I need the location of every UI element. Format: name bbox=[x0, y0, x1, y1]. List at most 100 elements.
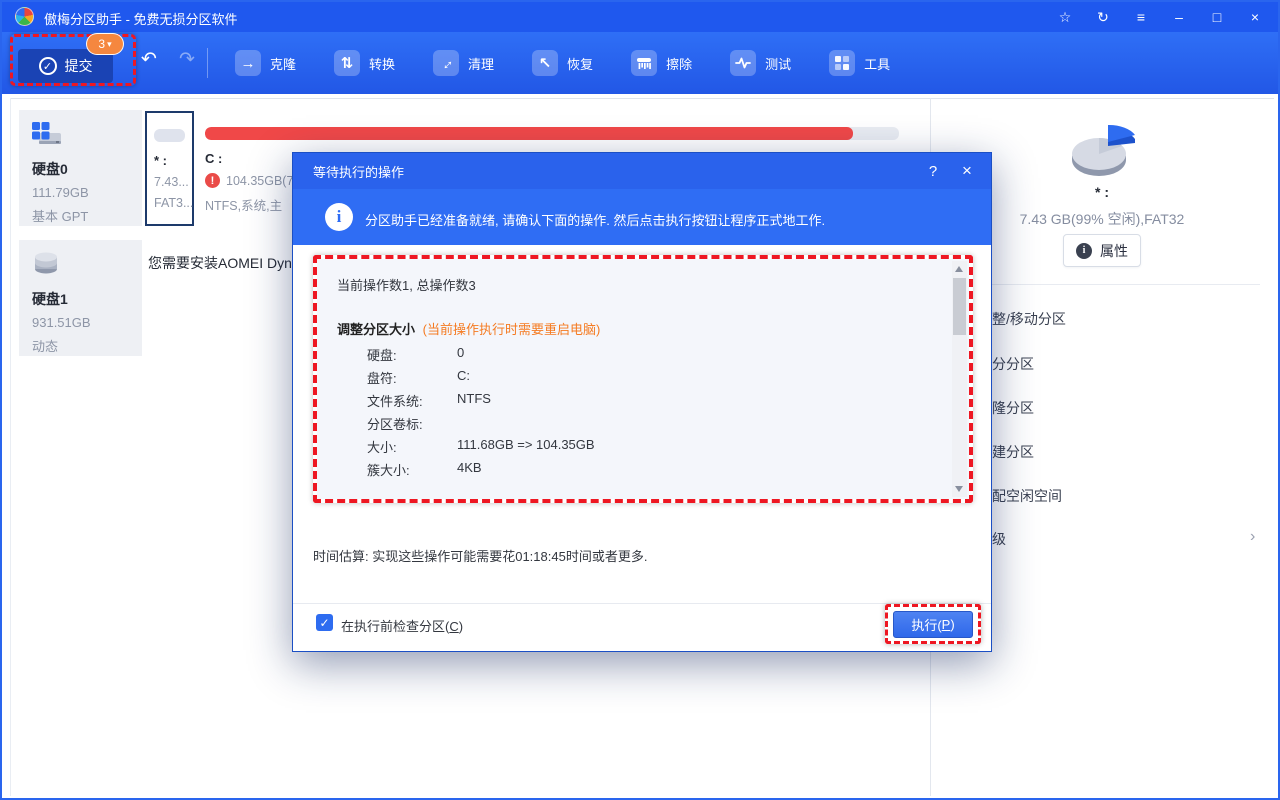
operations-list[interactable]: 当前操作数1, 总操作数3 调整分区大小 (当前操作执行时需要重启电脑) 硬盘:… bbox=[317, 259, 969, 499]
dialog-close-button[interactable]: × bbox=[949, 153, 985, 189]
dialog-footer-divider bbox=[293, 603, 991, 604]
right-panel-section-divider bbox=[948, 284, 1260, 285]
operation-heading: 调整分区大小 (当前操作执行时需要重启电脑) bbox=[337, 319, 600, 338]
scroll-up-icon[interactable] bbox=[955, 266, 963, 272]
toolbar-item-label: 恢复 bbox=[567, 54, 593, 73]
partition-fs: FAT3... bbox=[154, 196, 192, 210]
maximize-button[interactable]: □ bbox=[1198, 2, 1236, 32]
menu-item-create-partition[interactable]: 建分区 bbox=[948, 438, 1260, 464]
menu-item-label: 隆分区 bbox=[992, 398, 1034, 418]
operation-field-filesystem: 文件系统:NTFS bbox=[367, 391, 927, 410]
partition-usage-bar bbox=[154, 129, 185, 142]
partition-usage-bar bbox=[205, 127, 899, 140]
toolbar-item-tools[interactable]: 工具 bbox=[823, 43, 896, 83]
properties-button[interactable]: i 属性 bbox=[1063, 234, 1141, 267]
disk0-type: 基本 GPT bbox=[32, 206, 142, 225]
operation-field-drive-letter: 盘符:C: bbox=[367, 368, 927, 387]
partition-size: 7.43... bbox=[154, 175, 192, 189]
undo-redo-group: ↶ ↷ bbox=[136, 46, 200, 72]
dialog-message: 分区助手已经准备就绪, 请确认下面的操作. 然后点击执行按钮让程序正式地工作. bbox=[365, 210, 825, 229]
check-circle-icon: ✓ bbox=[39, 57, 57, 75]
disk1-type: 动态 bbox=[32, 336, 142, 355]
disk-dynamic-icon bbox=[32, 252, 60, 278]
disk-basic-icon bbox=[32, 122, 62, 148]
app-window: 傲梅分区助手 - 免费无损分区软件 ☆ ↻ ≡ – □ × ✓ 提交 3 ▾ ↶… bbox=[0, 0, 1280, 800]
minimize-button[interactable]: – bbox=[1160, 2, 1198, 32]
shredder-icon bbox=[631, 50, 657, 76]
operation-field-size: 大小:111.68GB => 104.35GB bbox=[367, 437, 927, 456]
toolbar-item-label: 擦除 bbox=[666, 54, 692, 73]
toolbar-item-label: 转换 bbox=[369, 54, 395, 73]
toolbar-item-clone[interactable]: → 克隆 bbox=[229, 43, 302, 83]
menu-item-label: 分分区 bbox=[992, 354, 1034, 374]
dialog-header[interactable]: 等待执行的操作 ? × bbox=[293, 153, 991, 189]
disk0-name: 硬盘0 bbox=[32, 159, 142, 179]
menu-item-split-partition[interactable]: 分分区 bbox=[948, 350, 1260, 376]
menu-item-advanced[interactable]: 级 › bbox=[948, 525, 1260, 551]
operation-restart-note: (当前操作执行时需要重启电脑) bbox=[423, 322, 601, 337]
properties-label: 属性 bbox=[1100, 241, 1128, 261]
disk0-info[interactable]: 硬盘0 111.79GB 基本 GPT bbox=[19, 110, 142, 226]
redo-icon[interactable]: ↷ bbox=[174, 46, 200, 72]
menu-item-allocate-free-space[interactable]: 配空闲空间 bbox=[948, 482, 1260, 508]
operation-field-cluster-size: 簇大小:4KB bbox=[367, 460, 927, 479]
refresh-icon[interactable]: ↻ bbox=[1084, 2, 1122, 32]
toolbar-item-test[interactable]: 测试 bbox=[724, 43, 797, 83]
toolbar-item-label: 工具 bbox=[864, 54, 890, 73]
app-title: 傲梅分区助手 - 免费无损分区软件 bbox=[44, 9, 238, 28]
dialog-help-button[interactable]: ? bbox=[915, 153, 951, 189]
toolbar-items: → 克隆 ⇅ 转换 ↔ 清理 ↖ 恢复 擦除 bbox=[229, 43, 922, 83]
toolbar-separator bbox=[207, 48, 208, 78]
content-divider bbox=[10, 98, 1274, 99]
badge-count: 3 bbox=[98, 37, 105, 51]
operation-field-volume-label: 分区卷标: bbox=[367, 414, 927, 433]
operation-field-disk: 硬盘:0 bbox=[367, 345, 927, 364]
dialog-info-strip: i 分区助手已经准备就绪, 请确认下面的操作. 然后点击执行按钮让程序正式地工作… bbox=[293, 189, 991, 245]
check-partition-checkbox[interactable]: ✓ bbox=[316, 614, 333, 631]
disk1-name: 硬盘1 bbox=[32, 289, 142, 309]
toolbar-item-recover[interactable]: ↖ 恢复 bbox=[526, 43, 599, 83]
operation-name: 调整分区大小 bbox=[337, 322, 415, 337]
time-estimate: 时间估算: 实现这些操作可能需要花01:18:45时间或者更多. bbox=[313, 546, 647, 565]
disk1-info[interactable]: 硬盘1 931.51GB 动态 bbox=[19, 240, 142, 356]
content-left-border bbox=[10, 98, 11, 796]
clone-icon: → bbox=[235, 50, 261, 76]
alert-icon: ! bbox=[205, 173, 220, 188]
info-icon: i bbox=[1076, 243, 1092, 259]
waveform-icon bbox=[730, 50, 756, 76]
pending-operations-dialog: 等待执行的操作 ? × i 分区助手已经准备就绪, 请确认下面的操作. 然后点击… bbox=[292, 152, 992, 652]
close-button[interactable]: × bbox=[1236, 2, 1274, 32]
scrollbar-thumb[interactable] bbox=[953, 278, 966, 335]
scroll-down-icon[interactable] bbox=[955, 486, 963, 492]
undo-icon[interactable]: ↶ bbox=[136, 46, 162, 72]
toolbar: ✓ 提交 3 ▾ ↶ ↷ → 克隆 ⇅ 转换 ↔ 清理 ↖ bbox=[2, 32, 1278, 94]
partition-pie-chart bbox=[1064, 118, 1142, 184]
disk1-size: 931.51GB bbox=[32, 315, 142, 330]
app-logo-icon bbox=[15, 7, 34, 26]
partition-size: 104.35GB(7 bbox=[226, 174, 293, 188]
partition-star[interactable]: * : 7.43... FAT3... bbox=[145, 111, 194, 226]
menu-item-resize-move-partition[interactable]: 整/移动分区 bbox=[948, 305, 1260, 331]
disk0-size: 111.79GB bbox=[32, 185, 142, 200]
toolbar-item-convert[interactable]: ⇅ 转换 bbox=[328, 43, 401, 83]
check-partition-label[interactable]: 在执行前检查分区(C) bbox=[341, 616, 463, 635]
menu-item-clone-partition[interactable]: 隆分区 bbox=[948, 394, 1260, 420]
dialog-title: 等待执行的操作 bbox=[313, 162, 404, 181]
pending-count-badge[interactable]: 3 ▾ bbox=[86, 33, 124, 55]
menu-item-label: 建分区 bbox=[992, 442, 1034, 462]
toolbar-item-clean[interactable]: ↔ 清理 bbox=[427, 43, 500, 83]
operations-scrollbar[interactable] bbox=[952, 261, 967, 497]
submit-label: 提交 bbox=[65, 56, 93, 76]
execute-button[interactable]: 执行(P) bbox=[893, 611, 973, 638]
favorite-icon[interactable]: ☆ bbox=[1046, 2, 1084, 32]
caret-down-icon: ▾ bbox=[107, 39, 112, 50]
window-controls: ☆ ↻ ≡ – □ × bbox=[1046, 2, 1274, 32]
menu-icon[interactable]: ≡ bbox=[1122, 2, 1160, 32]
title-bar: 傲梅分区助手 - 免费无损分区软件 ☆ ↻ ≡ – □ × bbox=[2, 2, 1278, 32]
operations-summary: 当前操作数1, 总操作数3 bbox=[337, 275, 476, 294]
chevron-right-icon: › bbox=[1250, 528, 1255, 546]
toolbar-item-wipe[interactable]: 擦除 bbox=[625, 43, 698, 83]
grid-icon bbox=[829, 50, 855, 76]
menu-item-label: 配空闲空间 bbox=[992, 486, 1062, 506]
convert-icon: ⇅ bbox=[334, 50, 360, 76]
